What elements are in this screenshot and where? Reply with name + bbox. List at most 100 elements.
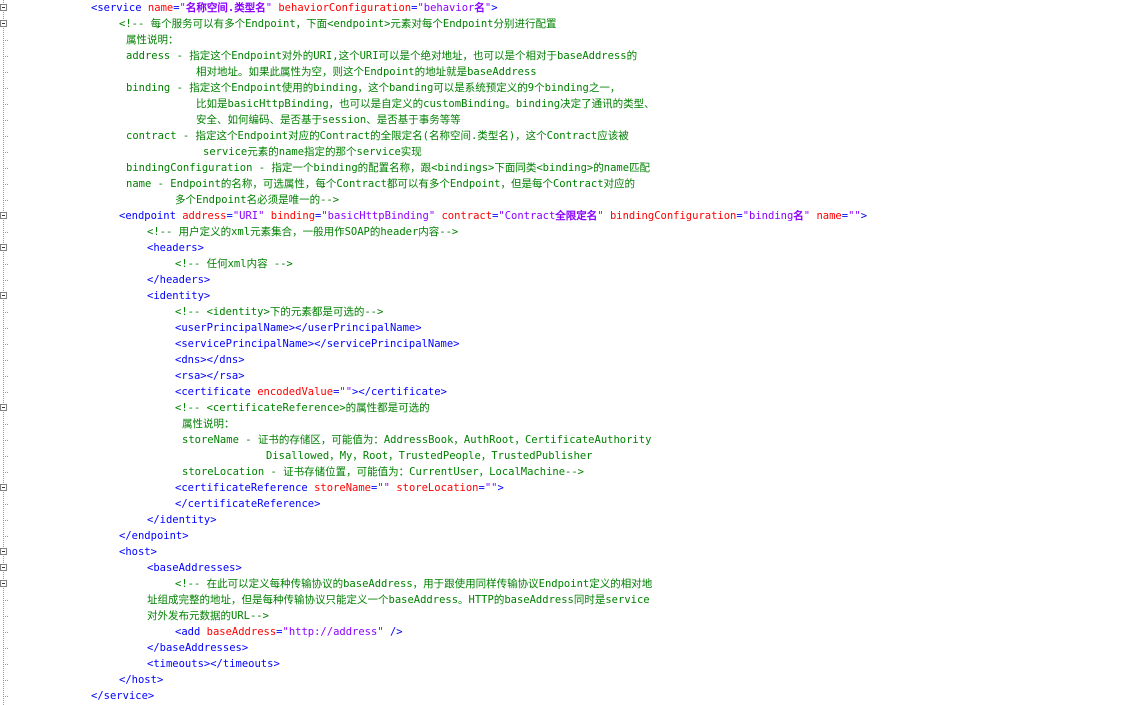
code-line[interactable]: binding - 指定这个Endpoint使用的binding，这个bandi… bbox=[126, 80, 620, 96]
code-token: endpoint bbox=[125, 210, 176, 222]
code-token: 比如是basicHttpBinding，也可以是自定义的customBindin… bbox=[196, 98, 655, 110]
code-line[interactable]: <service name="名称空间.类型名" behaviorConfigu… bbox=[91, 0, 498, 16]
code-token: add bbox=[181, 626, 201, 638]
code-line[interactable]: </service> bbox=[91, 688, 154, 704]
code-line[interactable]: <host> bbox=[119, 544, 157, 560]
code-line[interactable]: Disallowed，My，Root，TrustedPeople，Trusted… bbox=[266, 448, 592, 464]
code-token: > bbox=[453, 338, 460, 350]
code-token: 名 bbox=[474, 2, 485, 14]
code-token: "" bbox=[848, 210, 861, 222]
code-line[interactable]: 对外发布元数据的URL--> bbox=[147, 608, 269, 624]
code-line[interactable]: <headers> bbox=[147, 240, 204, 256]
code-token: rsa bbox=[219, 370, 239, 382]
code-line[interactable]: <add baseAddress="http://address" /> bbox=[175, 624, 403, 640]
code-line[interactable]: contract - 指定这个Endpoint对应的Contract的全限定名(… bbox=[126, 128, 629, 144]
code-token: > bbox=[440, 386, 447, 398]
code-line[interactable]: <baseAddresses> bbox=[147, 560, 242, 576]
code-line[interactable]: </endpoint> bbox=[119, 528, 189, 544]
code-token: "basicHttpBinding" bbox=[321, 210, 436, 222]
code-token: > bbox=[314, 498, 321, 510]
code-token: address - 指定这个Endpoint对外的URI,这个URI可以是个绝对… bbox=[126, 50, 638, 62]
code-line[interactable]: 相对地址。如果此属性为空，则这个Endpoint的地址就是baseAddress bbox=[196, 64, 537, 80]
code-token: storeName - 证书的存储区，可能值为：AddressBook，Auth… bbox=[182, 434, 652, 446]
code-line[interactable]: </headers> bbox=[147, 272, 210, 288]
code-token: "Contract bbox=[498, 210, 556, 222]
code-token: servicePrincipalName bbox=[181, 338, 308, 350]
code-line[interactable]: 多个Endpoint名必须是唯一的--> bbox=[175, 192, 339, 208]
code-token: /> bbox=[389, 626, 403, 638]
code-token: contract - 指定这个Endpoint对应的Contract的全限定名(… bbox=[126, 130, 629, 142]
code-token: storeName bbox=[314, 482, 371, 494]
code-line[interactable]: service元素的name指定的那个service实现 bbox=[203, 144, 422, 160]
code-token: "http://address" bbox=[282, 626, 384, 638]
code-line[interactable]: <!-- 每个服务可以有多个Endpoint，下面<endpoint>元素对每个… bbox=[119, 16, 556, 32]
code-line[interactable]: </host> bbox=[119, 672, 163, 688]
code-line[interactable]: 属性说明： bbox=[126, 32, 179, 48]
code-token: > bbox=[415, 322, 422, 334]
code-line[interactable]: 比如是basicHttpBinding，也可以是自定义的customBindin… bbox=[196, 96, 655, 112]
code-token: </ bbox=[91, 690, 104, 702]
code-line[interactable]: storeName - 证书的存储区，可能值为：AddressBook，Auth… bbox=[182, 432, 651, 448]
code-token: headers bbox=[153, 242, 198, 254]
code-token: userPrincipalName bbox=[307, 322, 416, 334]
code-token: 对外发布元数据的URL--> bbox=[147, 610, 269, 622]
code-token: </ bbox=[175, 498, 188, 510]
code-line[interactable]: <certificateReference storeName="" store… bbox=[175, 480, 504, 496]
code-token: "URI" bbox=[232, 210, 265, 222]
code-token: 名 bbox=[793, 210, 804, 222]
code-line[interactable]: <endpoint address="URI" binding="basicHt… bbox=[119, 208, 867, 224]
code-line[interactable]: <userPrincipalName></userPrincipalName> bbox=[175, 320, 422, 336]
code-token: > bbox=[238, 354, 245, 366]
code-token: dns bbox=[181, 354, 201, 366]
code-line[interactable]: </identity> bbox=[147, 512, 217, 528]
code-line[interactable]: <!-- <identity>下的元素都是可选的--> bbox=[175, 304, 383, 320]
code-line[interactable]: <servicePrincipalName></servicePrincipal… bbox=[175, 336, 460, 352]
code-token: 址组成完整的地址，但是每种传输协议只能定义一个baseAddress。HTTP的… bbox=[147, 594, 650, 606]
code-line[interactable]: bindingConfiguration - 指定一个binding的配置名称，… bbox=[126, 160, 650, 176]
code-line[interactable]: 安全、如何编码、是否基于session、是否基于事务等等 bbox=[196, 112, 461, 128]
code-token: service bbox=[103, 690, 148, 702]
code-token: bindingConfiguration bbox=[609, 210, 737, 222]
code-token: > bbox=[150, 546, 157, 558]
code-token: contract bbox=[441, 210, 493, 222]
code-token: <!-- 任何xml内容 --> bbox=[175, 258, 293, 270]
code-token: baseAddress bbox=[206, 626, 277, 638]
code-token: </ bbox=[147, 514, 160, 526]
code-line[interactable]: <!-- 在此可以定义每种传输协议的baseAddress，用于跟使用同样传输协… bbox=[175, 576, 652, 592]
code-token: rsa bbox=[181, 370, 201, 382]
code-line[interactable]: <!-- <certificateReference>的属性都是可选的 bbox=[175, 400, 430, 416]
code-line[interactable]: <identity> bbox=[147, 288, 210, 304]
code-line[interactable]: address - 指定这个Endpoint对外的URI,这个URI可以是个绝对… bbox=[126, 48, 637, 64]
code-line[interactable]: name - Endpoint的名称，可选属性，每个Contract都可以有多个… bbox=[126, 176, 635, 192]
code-line[interactable]: 属性说明： bbox=[182, 416, 235, 432]
code-token: <!-- <identity>下的元素都是可选的--> bbox=[175, 306, 384, 318]
code-token: 多个Endpoint名必须是唯一的--> bbox=[175, 194, 340, 206]
code-line[interactable]: <timeouts></timeouts> bbox=[147, 656, 280, 672]
code-token: "binding bbox=[742, 210, 794, 222]
code-line[interactable]: </baseAddresses> bbox=[147, 640, 248, 656]
code-line[interactable]: storeLocation - 证书存储位置，可能值为：CurrentUser，… bbox=[182, 464, 584, 480]
code-line[interactable]: <!-- 用户定义的xml元素集合，一般用作SOAP的header内容--> bbox=[147, 224, 458, 240]
code-token: address bbox=[182, 210, 227, 222]
code-token: 属性说明： bbox=[182, 418, 235, 430]
code-token: certificate bbox=[371, 386, 441, 398]
code-line[interactable]: <!-- 任何xml内容 --> bbox=[175, 256, 293, 272]
code-line[interactable]: 址组成完整的地址，但是每种传输协议只能定义一个baseAddress。HTTP的… bbox=[147, 592, 650, 608]
code-token: behaviorConfiguration bbox=[278, 2, 412, 14]
code-token: host bbox=[125, 546, 151, 558]
code-token: timeouts bbox=[222, 658, 274, 670]
code-token: name bbox=[147, 2, 174, 14]
code-token: name bbox=[816, 210, 842, 222]
code-line[interactable]: <certificate encodedValue=""></certifica… bbox=[175, 384, 447, 400]
code-line[interactable]: <rsa></rsa> bbox=[175, 368, 245, 384]
code-editor[interactable]: <service name="名称空间.类型名" behaviorConfigu… bbox=[0, 0, 1127, 705]
code-line[interactable]: <dns></dns> bbox=[175, 352, 245, 368]
code-token: baseAddresses bbox=[159, 642, 242, 654]
code-token: <!-- 每个服务可以有多个Endpoint，下面<endpoint>元素对每个… bbox=[119, 18, 557, 30]
code-line[interactable]: </certificateReference> bbox=[175, 496, 320, 512]
code-token: > bbox=[203, 274, 211, 286]
code-token: > bbox=[210, 514, 217, 526]
code-token: 全限定名 bbox=[555, 210, 598, 222]
code-token: ></ bbox=[200, 370, 220, 382]
code-token: storeLocation bbox=[396, 482, 479, 494]
